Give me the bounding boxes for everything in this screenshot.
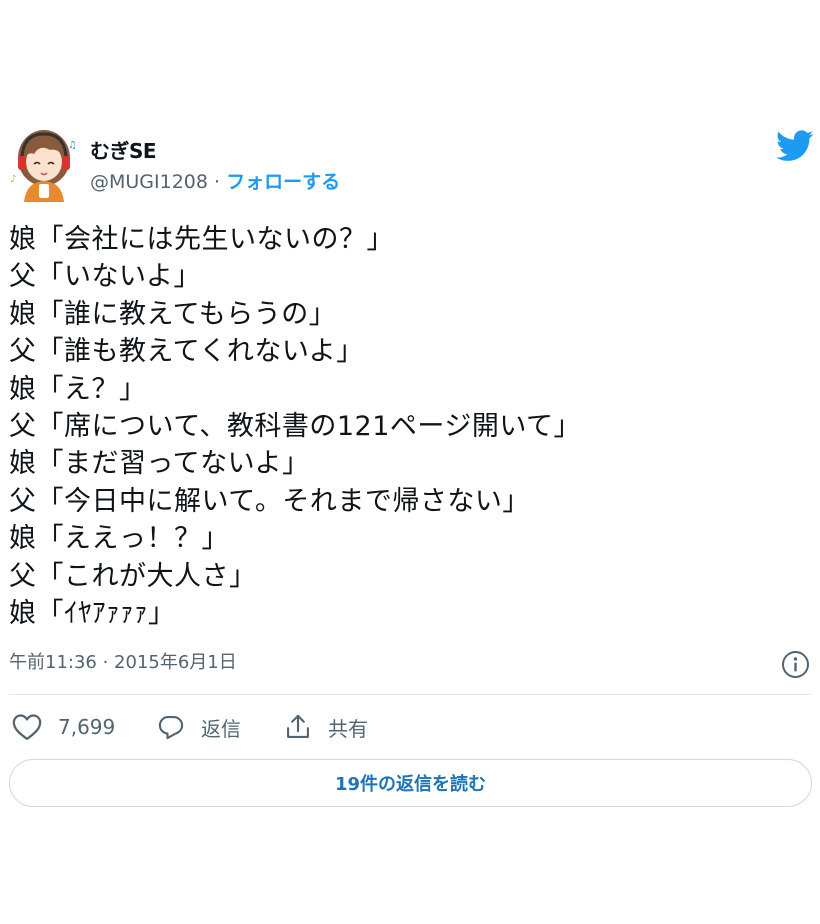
twitter-bird-icon <box>776 130 814 161</box>
read-replies-button[interactable]: 19件の返信を読む <box>9 759 812 807</box>
tweet-line: 娘「ええっ！？」 <box>9 523 229 555</box>
svg-text:♫: ♫ <box>68 140 76 151</box>
avatar-girl-headphones-icon: ♪ ♫ <box>10 130 77 202</box>
tweet-line: 娘「ｲﾔｱｧｧｧ」 <box>9 597 176 629</box>
author-avatar[interactable]: ♪ ♫ <box>10 126 77 202</box>
tweet-line: 娘「え？」 <box>9 373 147 405</box>
handle-separator: · <box>207 171 227 193</box>
tweet-line: 父「これが大人さ」 <box>9 560 257 592</box>
info-icon <box>782 651 809 678</box>
read-replies-label: 19件の返信を読む <box>334 774 487 795</box>
reply-bubble-icon <box>158 716 184 740</box>
twitter-logo[interactable] <box>776 130 814 162</box>
tweet-line: 娘「会社には先生いないの？」 <box>9 224 394 255</box>
author-handle[interactable]: @MUGI1208 <box>90 171 208 193</box>
follow-link[interactable]: フォローする <box>226 171 340 193</box>
author-handle-row: @MUGI1208 · フォローする <box>90 169 340 195</box>
tweet-line: 娘「まだ習ってないよ」 <box>9 448 310 480</box>
like-count: 7,699 <box>58 715 116 739</box>
tweet-line: 父「今日中に解いて。それまで帰さない」 <box>9 485 530 517</box>
info-button[interactable] <box>781 650 810 679</box>
tweet-line: 父「席について、教科書の121ページ開いて」 <box>9 410 582 442</box>
tweet-line: 父「いないよ」 <box>9 261 201 293</box>
author-display-name[interactable]: むぎSE <box>90 139 157 163</box>
tweet-text: 娘「会社には先生いないの？」 父「いないよ」 娘「誰に教えてもらうの」 父「誰も… <box>9 221 809 632</box>
tweet-line: 父「誰も教えてくれないよ」 <box>9 336 364 368</box>
reply-label: 返信 <box>201 716 241 741</box>
heart-icon <box>12 714 42 740</box>
tweet-timestamp[interactable]: 午前11:36 · 2015年6月1日 <box>9 650 237 676</box>
divider <box>9 694 812 695</box>
share-upload-icon <box>287 714 309 738</box>
reply-button[interactable]: 返信 <box>157 710 241 744</box>
embedded-tweet-card: ♪ ♫ むぎSE @MUGI1208 · フォローする 娘「会社には先生いないの… <box>0 0 820 924</box>
share-button[interactable]: 共有 <box>284 710 368 744</box>
svg-text:♪: ♪ <box>10 174 16 185</box>
like-button[interactable]: 7,699 <box>12 710 115 744</box>
tweet-line: 娘「誰に教えてもらうの」 <box>9 298 337 330</box>
share-label: 共有 <box>328 716 368 741</box>
